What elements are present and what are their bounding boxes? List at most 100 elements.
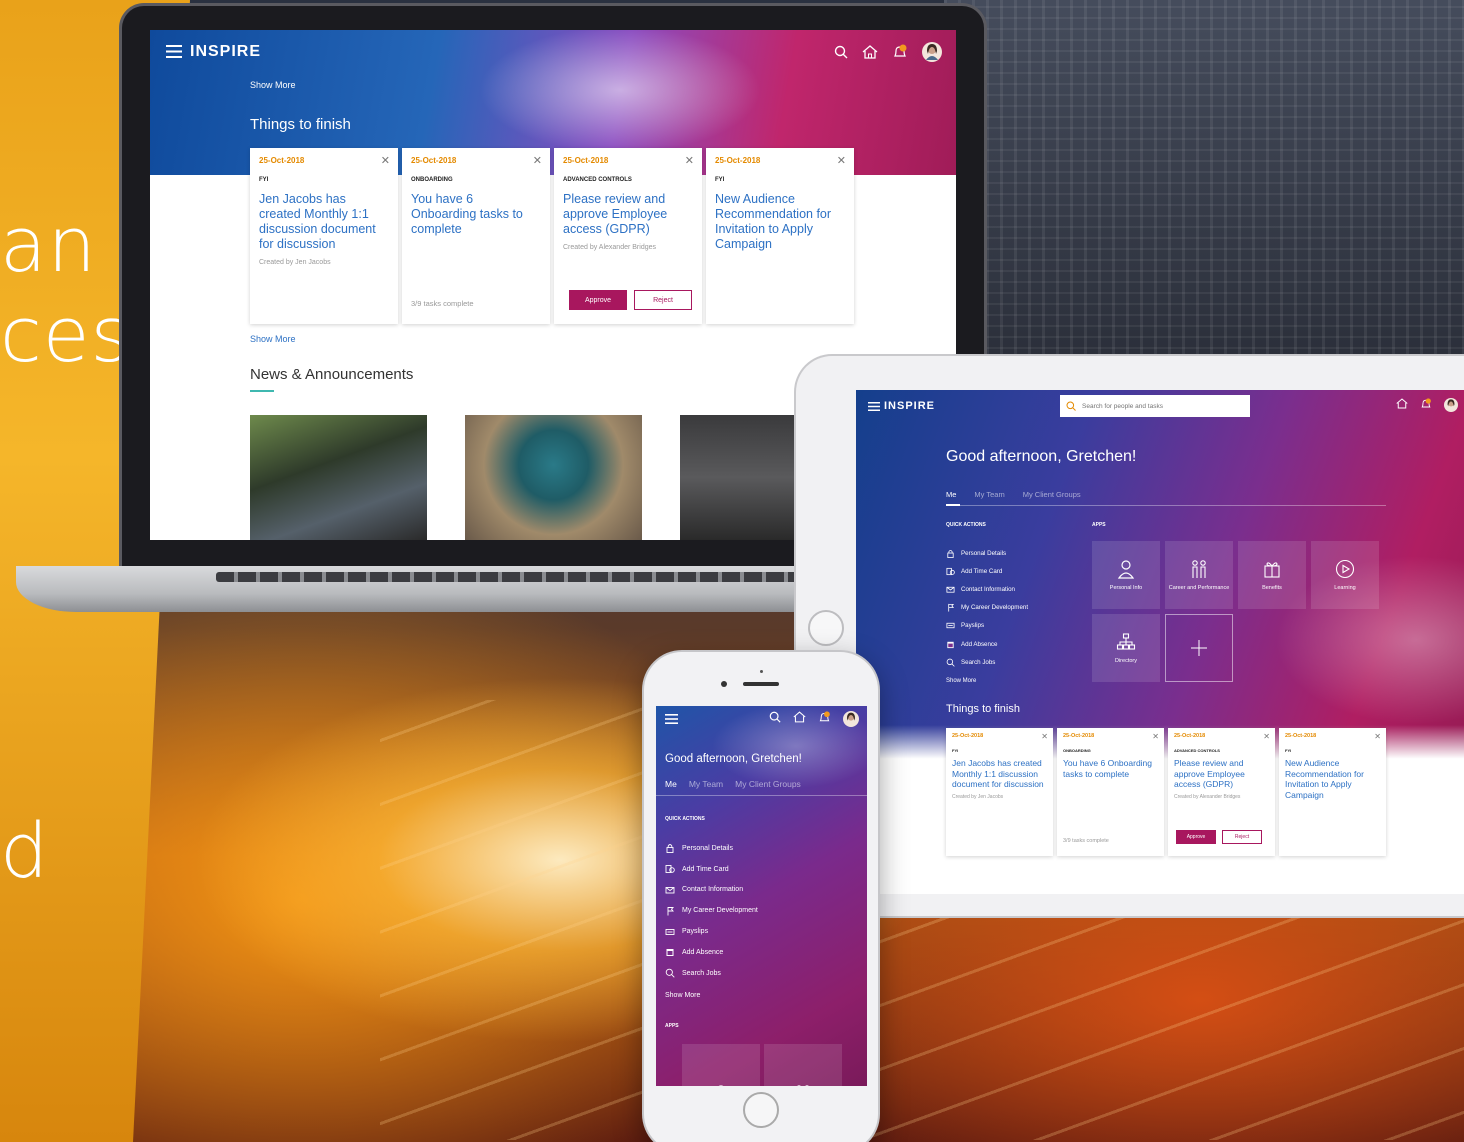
- search-icon[interactable]: [769, 711, 781, 727]
- career-flag-icon: [665, 906, 675, 916]
- close-icon[interactable]: ✕: [1041, 732, 1048, 741]
- tab-me[interactable]: Me: [946, 490, 956, 499]
- home-icon[interactable]: [862, 45, 878, 59]
- card-message[interactable]: You have 6 Onboarding tasks to complete: [411, 192, 541, 237]
- home-icon[interactable]: [793, 711, 806, 727]
- quick-action-contact-information[interactable]: Contact Information: [665, 880, 758, 901]
- hamburger-menu-icon[interactable]: [166, 45, 182, 58]
- card-date: 25-Oct-2018: [715, 156, 761, 165]
- calendar-icon: [665, 947, 675, 957]
- left-heading-line-3: d: [0, 806, 50, 895]
- card-type: FYI: [1285, 748, 1292, 753]
- greeting: Good afternoon, Gretchen!: [946, 448, 1137, 465]
- approve-button[interactable]: Approve: [1176, 830, 1216, 844]
- app-tile-label: Benefits: [1262, 584, 1282, 591]
- tab-my-team[interactable]: My Team: [974, 490, 1004, 499]
- career-people-icon: [793, 1084, 813, 1086]
- search-input[interactable]: [1082, 402, 1242, 410]
- search-box[interactable]: [1060, 395, 1250, 417]
- quick-action-my-career-development[interactable]: My Career Development: [665, 900, 758, 921]
- card-message[interactable]: New Audience Recommendation for Invitati…: [715, 192, 845, 252]
- close-icon[interactable]: ✕: [1152, 732, 1159, 741]
- close-icon[interactable]: ✕: [837, 154, 846, 167]
- app-tile-personal-info[interactable]: [682, 1044, 760, 1086]
- tab-my-client-groups[interactable]: My Client Groups: [735, 779, 801, 789]
- news-image-meeting[interactable]: [250, 415, 427, 540]
- close-icon[interactable]: ✕: [381, 154, 390, 167]
- task-cards: 25-Oct-2018 ✕ FYI Jen Jacobs has created…: [946, 728, 1386, 856]
- quick-action-search-jobs[interactable]: Search Jobs: [946, 653, 1028, 671]
- app-tile-benefits[interactable]: Benefits: [1238, 541, 1306, 609]
- close-icon[interactable]: ✕: [1263, 732, 1270, 741]
- quick-action-personal-details[interactable]: Personal Details: [946, 544, 1028, 562]
- quick-action-contact-information[interactable]: Contact Information: [946, 580, 1028, 598]
- quick-action-payslips[interactable]: Payslips: [946, 617, 1028, 635]
- task-card[interactable]: 25-Oct-2018 ✕ FYI Jen Jacobs has created…: [946, 728, 1053, 856]
- inspire-logo[interactable]: INSPIRE: [884, 400, 935, 412]
- task-card[interactable]: 25-Oct-2018 ✕ FYI New Audience Recommend…: [1279, 728, 1386, 856]
- hamburger-menu-icon[interactable]: [665, 714, 678, 724]
- tab-my-team[interactable]: My Team: [689, 779, 723, 789]
- quick-action-personal-details[interactable]: Personal Details: [665, 838, 758, 859]
- task-card[interactable]: 25-Oct-2018 ✕ ADVANCED CONTROLS Please r…: [554, 148, 702, 324]
- left-heading-line-2: ces: [0, 290, 132, 379]
- notifications-bell-icon[interactable]: [818, 711, 831, 727]
- phone-home-button: [743, 1092, 779, 1128]
- tab-my-client-groups[interactable]: My Client Groups: [1023, 490, 1081, 499]
- app-tile-career-and-performance[interactable]: Career and Performance: [1165, 541, 1233, 609]
- card-type: FYI: [715, 177, 725, 183]
- quick-action-add-absence[interactable]: Add Absence: [665, 942, 758, 963]
- show-more-link[interactable]: Show More: [250, 334, 296, 344]
- card-date: 25-Oct-2018: [1285, 733, 1317, 739]
- card-type: FYI: [952, 748, 959, 753]
- card-type: ONBOARDING: [411, 177, 453, 183]
- card-message[interactable]: Jen Jacobs has created Monthly 1:1 discu…: [259, 192, 389, 252]
- app-tile-label: Career and Performance: [1168, 584, 1230, 591]
- add-app-tile[interactable]: [1165, 614, 1233, 682]
- card-message[interactable]: Jen Jacobs has created Monthly 1:1 discu…: [952, 758, 1047, 790]
- quick-action-add-time-card[interactable]: Add Time Card: [665, 859, 758, 880]
- notifications-bell-icon[interactable]: [892, 44, 908, 60]
- user-avatar[interactable]: [1444, 398, 1458, 412]
- reject-button[interactable]: Reject: [1222, 830, 1262, 844]
- user-avatar[interactable]: [922, 42, 942, 62]
- quick-action-search-jobs[interactable]: Search Jobs: [665, 963, 758, 984]
- quick-actions-list: Personal Details Add Time Card Contact I…: [946, 544, 1028, 671]
- tab-me[interactable]: Me: [665, 779, 677, 789]
- hamburger-menu-icon[interactable]: [868, 402, 880, 411]
- card-message[interactable]: New Audience Recommendation for Invitati…: [1285, 758, 1380, 800]
- show-more-link[interactable]: Show More: [665, 992, 700, 999]
- close-icon[interactable]: ✕: [533, 154, 542, 167]
- show-more-link-top[interactable]: Show More: [250, 80, 296, 90]
- search-icon[interactable]: [834, 45, 848, 59]
- card-message[interactable]: Please review and approve Employee acces…: [563, 192, 693, 237]
- card-message[interactable]: Please review and approve Employee acces…: [1174, 758, 1269, 790]
- task-card[interactable]: 25-Oct-2018 ✕ FYI Jen Jacobs has created…: [250, 148, 398, 324]
- inspire-logo[interactable]: INSPIRE: [190, 43, 261, 61]
- card-message[interactable]: You have 6 Onboarding tasks to complete: [1063, 758, 1158, 779]
- close-icon[interactable]: ✕: [1374, 732, 1381, 741]
- app-tile-career-and-performance[interactable]: [764, 1044, 842, 1086]
- notifications-bell-icon[interactable]: [1420, 398, 1432, 412]
- task-card[interactable]: 25-Oct-2018 ✕ ONBOARDING You have 6 Onbo…: [1057, 728, 1164, 856]
- quick-action-add-time-card[interactable]: Add Time Card: [946, 562, 1028, 580]
- approve-button[interactable]: Approve: [569, 290, 627, 310]
- tablet-home-button: [808, 610, 844, 646]
- city-background: [944, 0, 1464, 360]
- home-icon[interactable]: [1396, 398, 1408, 412]
- show-more-link[interactable]: Show More: [946, 678, 976, 684]
- task-card[interactable]: 25-Oct-2018 ✕ ADVANCED CONTROLS Please r…: [1168, 728, 1275, 856]
- quick-action-payslips[interactable]: Payslips: [665, 921, 758, 942]
- news-image-woman-phone[interactable]: [465, 415, 642, 540]
- user-avatar[interactable]: [843, 711, 859, 727]
- quick-action-add-absence[interactable]: Add Absence: [946, 635, 1028, 653]
- org-chart-icon: [1116, 632, 1136, 652]
- reject-button[interactable]: Reject: [634, 290, 692, 310]
- app-tile-personal-info[interactable]: Personal Info: [1092, 541, 1160, 609]
- app-tile-directory[interactable]: Directory: [1092, 614, 1160, 682]
- app-tile-learning[interactable]: Learning: [1311, 541, 1379, 609]
- task-card[interactable]: 25-Oct-2018 ✕ ONBOARDING You have 6 Onbo…: [402, 148, 550, 324]
- quick-action-my-career-development[interactable]: My Career Development: [946, 599, 1028, 617]
- close-icon[interactable]: ✕: [685, 154, 694, 167]
- task-card[interactable]: 25-Oct-2018 ✕ FYI New Audience Recommend…: [706, 148, 854, 324]
